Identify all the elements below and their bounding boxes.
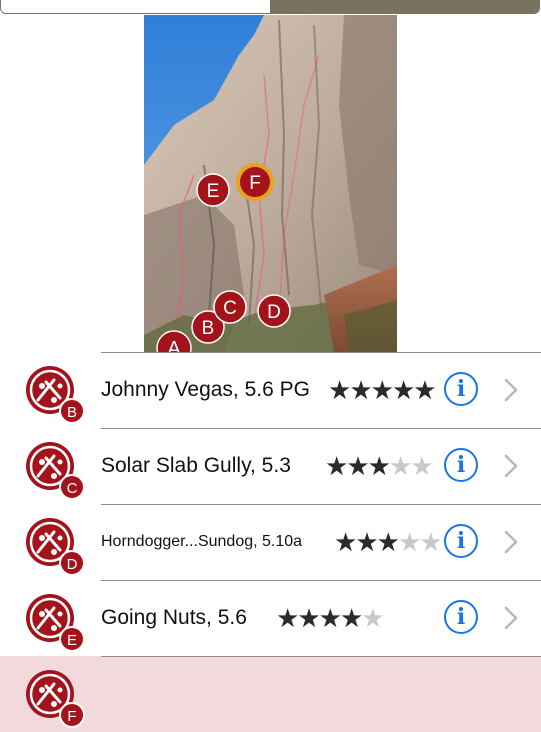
star-rating: ★★★★★ bbox=[276, 580, 385, 656]
route-marker-b-label: B bbox=[202, 318, 215, 339]
chevron-right-icon bbox=[504, 378, 518, 402]
route-marker-f[interactable]: F bbox=[236, 163, 274, 201]
star-icon: ★ bbox=[397, 527, 421, 557]
segmented-control bbox=[0, 0, 540, 14]
route-name: Johnny Vegas, 5.6 PG bbox=[101, 378, 310, 401]
segment-right[interactable] bbox=[270, 0, 539, 13]
route-marker-c-label: C bbox=[223, 298, 237, 319]
route-marker-e[interactable]: E bbox=[196, 173, 230, 207]
star-icon: ★ bbox=[334, 527, 357, 557]
route-badge-letter: D bbox=[67, 556, 78, 573]
route-name: Solar Slab Gully, 5.3 bbox=[101, 454, 291, 477]
star-icon: ★ bbox=[346, 451, 369, 481]
route-badge-letter: E bbox=[67, 632, 77, 649]
info-icon[interactable]: i bbox=[444, 372, 478, 406]
route-marker-icon: D bbox=[26, 518, 85, 576]
row-separator bbox=[101, 656, 541, 657]
route-name: Horndogger...Sundog, 5.10a bbox=[101, 533, 303, 550]
route-marker-e-label: E bbox=[207, 181, 220, 202]
star-icon: ★ bbox=[361, 603, 384, 633]
star-rating: ★★★★★ bbox=[334, 504, 443, 580]
route-marker-icon: F bbox=[26, 670, 85, 728]
star-icon: ★ bbox=[367, 451, 391, 481]
star-rating: ★★★★★ bbox=[328, 352, 437, 428]
star-icon: ★ bbox=[349, 375, 372, 405]
route-marker-a-label: A bbox=[167, 338, 181, 352]
star-icon: ★ bbox=[391, 375, 415, 405]
route-badge-letter: F bbox=[67, 708, 76, 725]
chevron-right-icon bbox=[504, 606, 518, 630]
route-marker-f-label: F bbox=[249, 173, 261, 194]
crag-photo-image: A B C D E F bbox=[144, 15, 397, 352]
star-icon: ★ bbox=[376, 527, 400, 557]
star-icon: ★ bbox=[419, 527, 442, 557]
star-icon: ★ bbox=[355, 527, 378, 557]
star-icon: ★ bbox=[328, 375, 351, 405]
route-row[interactable]: E Going Nuts, 5.6 ★★★★★ i bbox=[0, 580, 541, 656]
star-rating: ★★★★★ bbox=[325, 428, 434, 504]
chevron-right-icon bbox=[504, 454, 518, 478]
route-marker-icon: E bbox=[26, 594, 85, 652]
route-row[interactable]: C Solar Slab Gully, 5.3 ★★★★★ i bbox=[0, 428, 541, 504]
star-icon: ★ bbox=[339, 603, 363, 633]
crag-photo: A B C D E F bbox=[144, 15, 397, 352]
route-name: Going Nuts, 5.6 bbox=[101, 606, 247, 629]
info-icon[interactable]: i bbox=[444, 524, 478, 558]
route-marker-d[interactable]: D bbox=[257, 294, 291, 328]
star-icon: ★ bbox=[297, 603, 320, 633]
route-badge-letter: C bbox=[67, 480, 78, 497]
route-marker-c[interactable]: C bbox=[213, 290, 247, 324]
info-icon[interactable]: i bbox=[444, 600, 478, 634]
star-icon: ★ bbox=[413, 375, 436, 405]
route-marker-icon: B bbox=[26, 366, 85, 424]
star-icon: ★ bbox=[410, 451, 433, 481]
star-icon: ★ bbox=[318, 603, 342, 633]
route-row[interactable]: D Horndogger...Sundog, 5.10a ★★★★★ i bbox=[0, 504, 541, 580]
route-badge-letter: B bbox=[67, 404, 77, 421]
info-icon[interactable]: i bbox=[444, 448, 478, 482]
star-icon: ★ bbox=[325, 451, 348, 481]
route-marker-d-label: D bbox=[267, 302, 281, 323]
star-icon: ★ bbox=[388, 451, 412, 481]
route-row[interactable]: B Johnny Vegas, 5.6 PG ★★★★★ i bbox=[0, 352, 541, 428]
star-icon: ★ bbox=[370, 375, 394, 405]
route-list: B Johnny Vegas, 5.6 PG ★★★★★ i C Solar S… bbox=[0, 352, 541, 732]
route-marker-icon: C bbox=[26, 442, 85, 500]
route-row-selected[interactable]: F bbox=[0, 656, 541, 732]
star-icon: ★ bbox=[276, 603, 299, 633]
segment-left[interactable] bbox=[1, 0, 270, 13]
chevron-right-icon bbox=[504, 530, 518, 554]
